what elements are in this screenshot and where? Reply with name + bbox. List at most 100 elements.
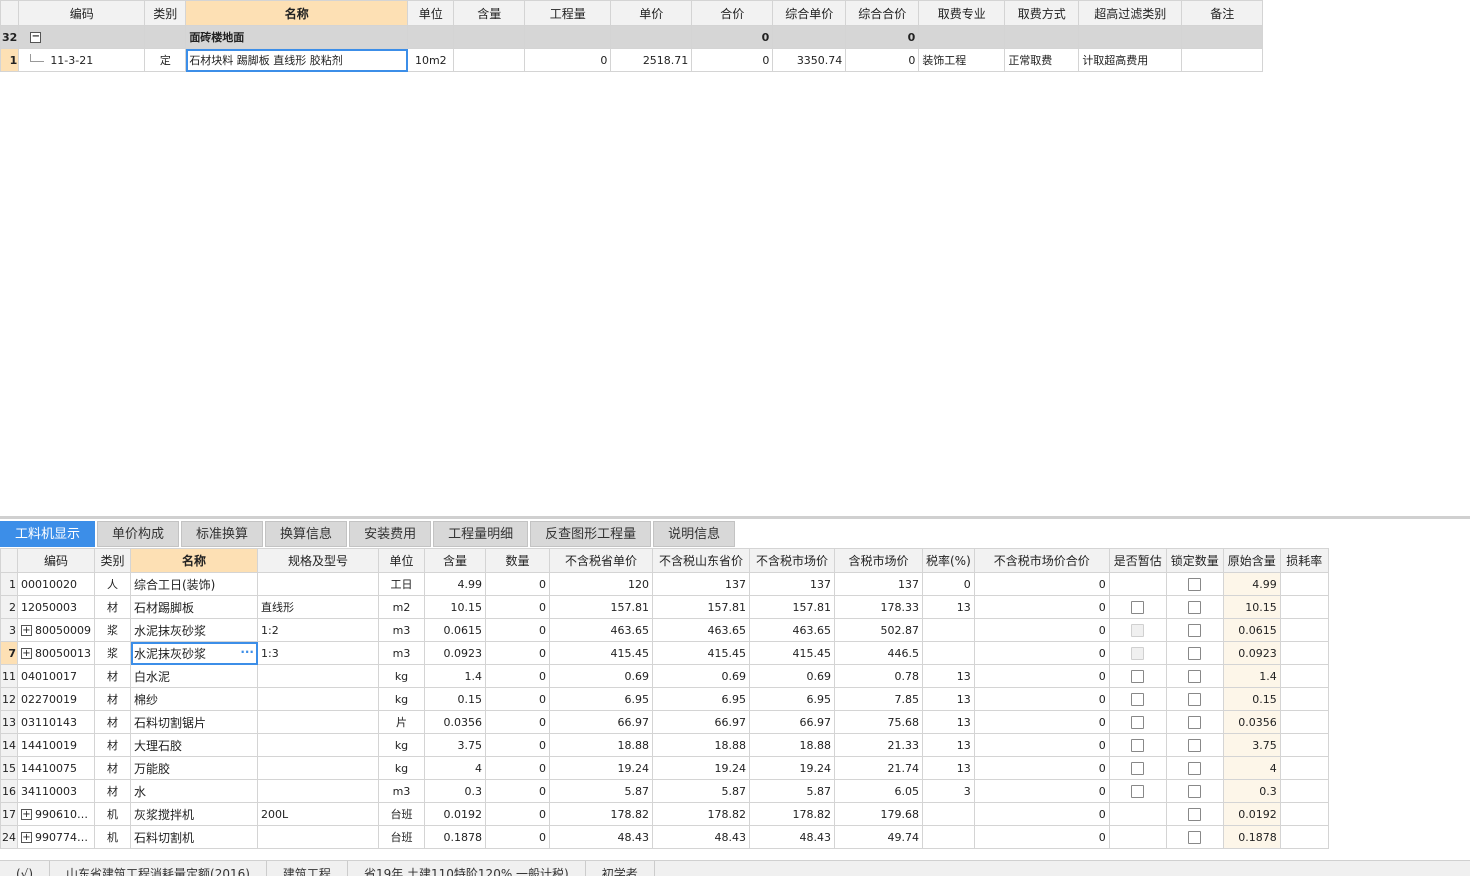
quota-row[interactable]: 1 11-3-21 定 石材块料 踢脚板 直线形 胶粘剂 10m2 0 2518… <box>0 48 1264 72</box>
market-total-cell[interactable]: 0 <box>973 664 1110 688</box>
status-fee-template[interactable]: 省19年 土建110特阶120% 一般计税) <box>348 861 586 876</box>
unit-cell[interactable]: 台班 <box>378 825 425 849</box>
name-cell[interactable]: 大理石胶 <box>130 733 258 757</box>
quantity-cell[interactable]: 0 <box>485 687 550 711</box>
resource-row[interactable]: 2 12050003 材石材踢脚板 直线形 m2 10.15 0 157.81 157.81 15… <box>0 595 1329 619</box>
quantity-cell[interactable]: 0 <box>485 595 550 619</box>
shandong-price-cell[interactable]: 178.82 <box>652 802 750 826</box>
loss-rate-cell[interactable] <box>1279 664 1329 688</box>
quantity-cell[interactable]: 0 <box>485 641 550 665</box>
spec-cell[interactable] <box>257 687 379 711</box>
code-cell[interactable]: 34110003 <box>17 779 95 803</box>
col-header[interactable]: 单价 <box>610 0 693 26</box>
type-cell[interactable]: 材 <box>94 756 131 780</box>
market-price-cell[interactable]: 18.88 <box>749 733 835 757</box>
quantity-cell[interactable]: 0 <box>485 618 550 642</box>
lock-qty-checkbox[interactable] <box>1188 577 1202 591</box>
status-discipline[interactable]: 建筑工程 <box>267 861 348 876</box>
loss-rate-cell[interactable] <box>1279 687 1329 711</box>
resource-row[interactable]: 17 +990610… 机灰浆搅拌机 200L 台班 0.0192 0 178.82 178.8… <box>0 802 1329 826</box>
content-cell[interactable]: 10.15 <box>424 595 486 619</box>
col-header[interactable]: 工程量 <box>524 0 612 26</box>
lock-qty-checkbox[interactable] <box>1188 600 1202 614</box>
resource-row[interactable]: 16 34110003 材水 m3 0.3 0 5.87 5.87 5.87 6.05 3 0 0.3 <box>0 779 1329 803</box>
market-total-cell[interactable]: 0 <box>973 733 1110 757</box>
type-cell[interactable]: 浆 <box>94 641 131 665</box>
col-header[interactable]: 是否暂估 <box>1108 548 1167 573</box>
col-header[interactable]: 数量 <box>485 548 550 573</box>
spec-cell[interactable] <box>257 710 379 734</box>
province-price-cell[interactable]: 0.69 <box>549 664 653 688</box>
tax-rate-cell[interactable]: 13 <box>922 664 975 688</box>
type-cell[interactable]: 材 <box>94 733 131 757</box>
name-cell[interactable]: 白水泥 <box>130 664 258 688</box>
loss-rate-cell[interactable] <box>1279 825 1329 849</box>
quantity-cell[interactable]: 0 <box>485 779 550 803</box>
loss-rate-cell[interactable] <box>1279 733 1329 757</box>
type-cell[interactable]: 浆 <box>94 618 131 642</box>
code-cell[interactable]: +80050013 <box>17 641 95 665</box>
code-cell[interactable]: +990774… <box>17 825 95 849</box>
loss-rate-cell[interactable] <box>1279 779 1329 803</box>
tax-rate-cell[interactable]: 0 <box>922 572 975 596</box>
market-price-cell[interactable]: 66.97 <box>749 710 835 734</box>
tab-standard-conversion[interactable]: 标准换算 <box>181 521 264 547</box>
unit-cell[interactable]: 工日 <box>378 572 425 596</box>
content-cell[interactable]: 1.4 <box>424 664 486 688</box>
loss-rate-cell[interactable] <box>1279 756 1329 780</box>
col-header[interactable]: 取费专业 <box>918 0 1006 26</box>
unit-cell[interactable]: kg <box>378 756 425 780</box>
type-cell[interactable]: 材 <box>94 779 131 803</box>
tab-unit-price-composition[interactable]: 单价构成 <box>97 521 180 547</box>
type-cell[interactable]: 机 <box>94 825 131 849</box>
code-cell[interactable]: 12050003 <box>17 595 95 619</box>
collapse-icon[interactable]: − <box>30 32 42 43</box>
tax-rate-cell[interactable] <box>922 802 975 826</box>
col-header[interactable]: 超高过滤类别 <box>1078 0 1183 26</box>
code-cell[interactable]: 14410075 <box>17 756 95 780</box>
code-cell[interactable]: +80050009 <box>17 618 95 642</box>
market-price-tax-cell[interactable]: 179.68 <box>834 802 923 826</box>
col-header[interactable]: 单位 <box>407 0 455 26</box>
market-price-cell[interactable]: 463.65 <box>749 618 835 642</box>
estimate-checkbox[interactable] <box>1131 600 1145 614</box>
col-header[interactable]: 类别 <box>94 548 131 573</box>
group-row[interactable]: 32 − 面砖楼地面 0 0 <box>0 25 1264 49</box>
shandong-price-cell[interactable]: 66.97 <box>652 710 750 734</box>
name-cell[interactable]: 万能胶 <box>130 756 258 780</box>
market-price-tax-cell[interactable]: 0.78 <box>834 664 923 688</box>
expand-icon[interactable]: + <box>21 809 32 820</box>
estimate-checkbox[interactable] <box>1131 715 1145 729</box>
code-cell[interactable]: 04010017 <box>17 664 95 688</box>
lock-qty-checkbox[interactable] <box>1188 830 1202 844</box>
province-price-cell[interactable]: 18.88 <box>549 733 653 757</box>
col-header[interactable]: 税率(%) <box>922 548 975 573</box>
content-cell[interactable]: 4.99 <box>424 572 486 596</box>
shandong-price-cell[interactable]: 6.95 <box>652 687 750 711</box>
loss-rate-cell[interactable] <box>1279 595 1329 619</box>
tab-installation-cost[interactable]: 安装费用 <box>349 521 432 547</box>
resource-row[interactable]: 14 14410019 材大理石胶 kg 3.75 0 18.88 18.88 18.88 21.… <box>0 733 1329 757</box>
shandong-price-cell[interactable]: 19.24 <box>652 756 750 780</box>
col-header[interactable]: 不含税省单价 <box>549 548 653 573</box>
unit-cell[interactable]: 台班 <box>378 802 425 826</box>
province-price-cell[interactable]: 415.45 <box>549 641 653 665</box>
col-header[interactable]: 锁定数量 <box>1165 548 1224 573</box>
province-price-cell[interactable]: 66.97 <box>549 710 653 734</box>
market-total-cell[interactable]: 0 <box>973 710 1110 734</box>
province-price-cell[interactable]: 120 <box>549 572 653 596</box>
expand-icon[interactable]: + <box>21 832 32 843</box>
resource-row[interactable]: 12 02270019 材棉纱 kg 0.15 0 6.95 6.95 6.95 7.85 13 0 0… <box>0 687 1329 711</box>
type-cell[interactable]: 机 <box>94 802 131 826</box>
unit-cell[interactable]: m2 <box>378 595 425 619</box>
province-price-cell[interactable]: 6.95 <box>549 687 653 711</box>
province-price-cell[interactable]: 157.81 <box>549 595 653 619</box>
unit-cell[interactable]: m3 <box>378 618 425 642</box>
tax-rate-cell[interactable] <box>922 618 975 642</box>
content-cell[interactable]: 0.15 <box>424 687 486 711</box>
tax-rate-cell[interactable]: 13 <box>922 595 975 619</box>
shandong-price-cell[interactable]: 157.81 <box>652 595 750 619</box>
col-header[interactable]: 不含税市场价 <box>749 548 835 573</box>
resource-row[interactable]: 24 +990774… 机石料切割机 台班 0.1878 0 48.43 48.43 48.43… <box>0 825 1329 849</box>
name-cell[interactable]: 石材踢脚板 <box>130 595 258 619</box>
